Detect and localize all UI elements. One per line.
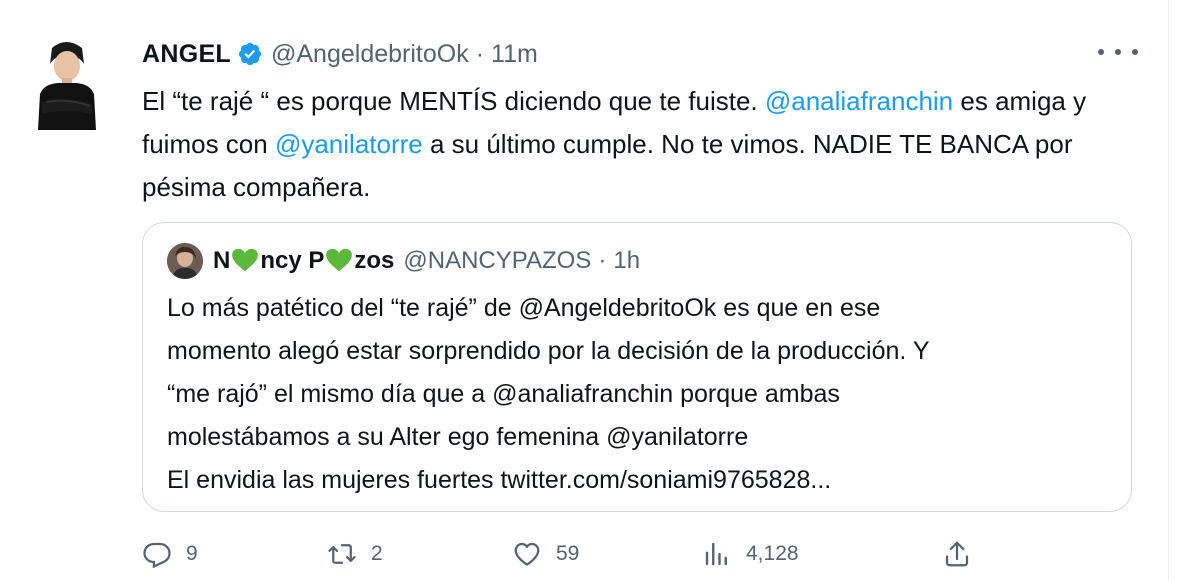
author-avatar[interactable] — [30, 34, 102, 130]
green-heart-icon — [232, 248, 259, 272]
share-icon — [945, 541, 969, 567]
reply-button[interactable]: 9 — [142, 532, 198, 576]
verified-badge-icon — [238, 42, 262, 66]
tweet-text-segment: El “te rajé “ es porque MENTÍS diciendo … — [142, 86, 765, 116]
reply-count: 9 — [186, 542, 198, 565]
reply-icon — [143, 542, 171, 569]
mention-link[interactable]: @yanilatorre — [275, 129, 423, 159]
quoted-tweet[interactable]: Nncy P zos @NANCYPAZOS · 1h Lo más patéti… — [142, 222, 1132, 512]
more-dot — [1098, 49, 1104, 55]
quoted-text-line: momento alegó estar sorprendido por la d… — [167, 337, 930, 365]
more-icon[interactable] — [1098, 40, 1138, 64]
quoted-tweet-header: Nncy P zos @NANCYPAZOS · 1h — [167, 241, 640, 281]
views-icon — [705, 542, 727, 566]
quoted-text-line: “me rajó” el mismo día que a @analiafran… — [167, 380, 840, 408]
quoted-text-line: Lo más patético del “te rajé” de @Angeld… — [167, 294, 881, 322]
quoted-tweet-text: Lo más patético del “te rajé” de @Angeld… — [167, 287, 1117, 502]
green-heart-icon — [326, 248, 353, 272]
quoted-tweet-timestamp[interactable]: 1h — [613, 247, 640, 275]
header-separator: · — [475, 39, 485, 68]
quoted-text-line: molestábamos a su Alter ego femenina @ya… — [167, 423, 749, 451]
quoted-text-line: El envidia las mujeres fuertes twitter.c… — [167, 466, 832, 494]
timeline-border — [1168, 0, 1169, 580]
quoted-header-separator: · — [598, 247, 607, 274]
more-dot — [1115, 49, 1121, 55]
views-count: 4,128 — [746, 542, 799, 565]
quoted-author-name[interactable]: Nncy P zos — [213, 247, 394, 275]
tweet-header: ANGEL @AngeldebritoOk · 11m — [142, 34, 538, 74]
quoted-author-handle[interactable]: @NANCYPAZOS — [403, 247, 591, 275]
share-button[interactable] — [942, 532, 986, 576]
tweet-timestamp[interactable]: 11m — [491, 40, 538, 69]
quoted-name-part: zos — [354, 247, 395, 274]
retweet-icon — [328, 544, 356, 564]
like-count: 59 — [556, 542, 580, 565]
like-button[interactable]: 59 — [512, 532, 579, 576]
author-handle[interactable]: @AngeldebritoOk — [271, 40, 469, 69]
views-button[interactable]: 4,128 — [702, 532, 799, 576]
retweet-button[interactable]: 2 — [327, 532, 383, 576]
more-dot — [1132, 49, 1138, 55]
quoted-author-avatar[interactable] — [167, 243, 203, 279]
retweet-count: 2 — [371, 542, 383, 565]
mention-link[interactable]: @analiafranchin — [765, 86, 953, 116]
author-name[interactable]: ANGEL — [142, 40, 231, 69]
like-icon — [514, 542, 540, 566]
quoted-name-part: ncy P — [260, 247, 325, 274]
tweet-text: El “te rajé “ es porque MENTÍS diciendo … — [142, 80, 1132, 209]
tweet-actions: 9 2 59 4,128 — [142, 532, 982, 576]
quoted-name-part: N — [213, 247, 231, 274]
